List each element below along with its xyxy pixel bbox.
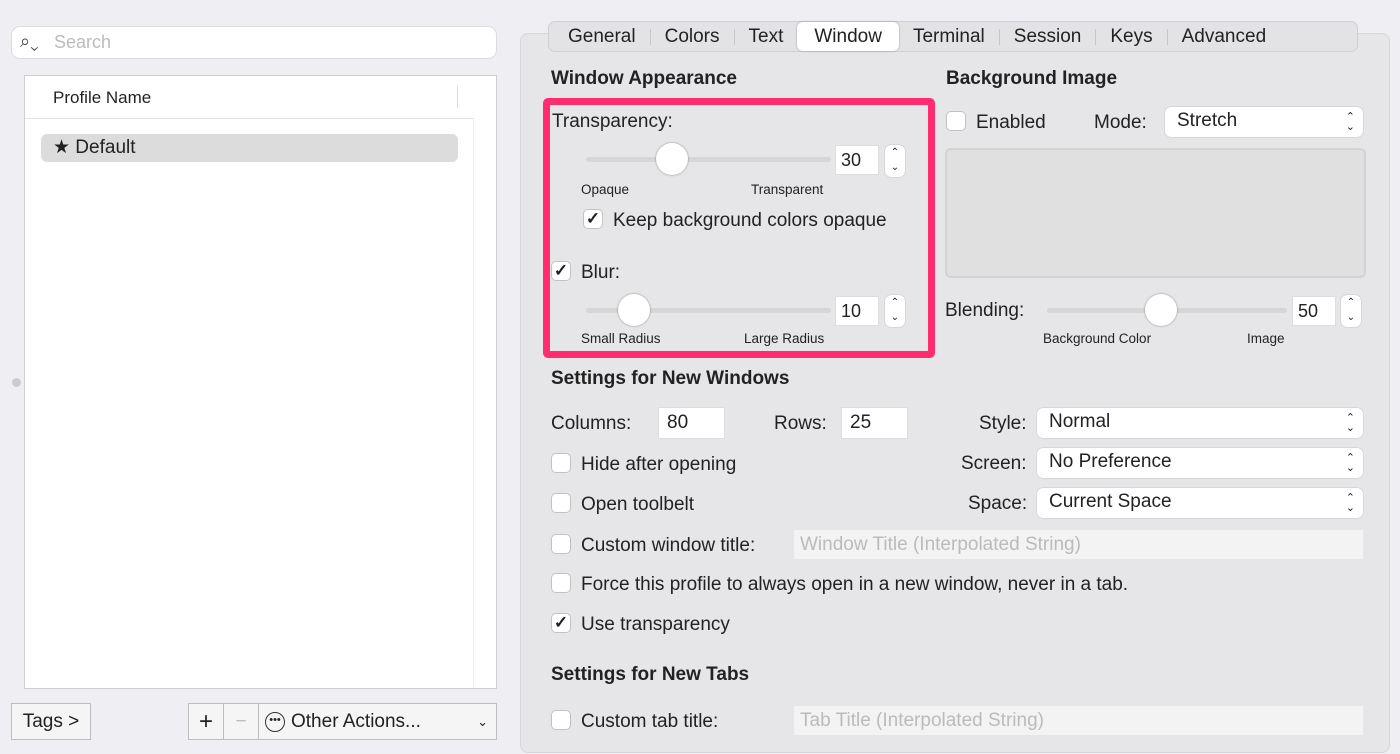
transparent-label: Transparent [751,182,824,197]
background-image-heading: Background Image [946,68,1118,89]
small-radius-label: Small Radius [581,331,661,346]
force-new-window-checkbox[interactable] [551,573,571,593]
ellipsis-circle-icon: ••• [265,711,285,732]
screen-value: No Preference [1049,451,1172,472]
transparency-label: Transparency: [552,111,673,132]
custom-tab-title-label: Custom tab title: [581,711,719,732]
other-actions-label: Other Actions... [291,710,421,732]
column-divider [457,86,458,108]
updown-chevron-icon: ⌃ ⌄ [1345,492,1355,514]
columns-label: Columns: [551,413,632,434]
hide-after-opening-label: Hide after opening [581,454,737,475]
tab-general[interactable]: General [554,22,650,51]
blending-slider-knob[interactable] [1145,294,1177,326]
large-radius-label: Large Radius [744,331,825,346]
use-transparency-checkbox[interactable]: ✓ [551,613,571,633]
mode-value: Stretch [1177,110,1238,131]
search-icon: ⌕⌄ [20,31,39,51]
hide-after-opening-checkbox[interactable] [551,453,571,473]
keep-bg-opaque-checkbox[interactable]: ✓ [583,209,603,229]
mode-label: Mode: [1094,112,1147,133]
use-transparency-label: Use transparency [581,614,730,635]
space-label: Space: [968,493,1028,514]
open-toolbelt-checkbox[interactable] [551,493,571,513]
rows-label: Rows: [774,413,827,434]
blur-label: Blur: [581,262,621,283]
blending-value[interactable]: 50 [1292,296,1336,326]
add-profile-button[interactable]: + [188,703,224,740]
tab-keys[interactable]: Keys [1096,22,1166,51]
profile-list[interactable]: Profile Name ★ Default [24,75,497,689]
tab-window[interactable]: Window [797,22,899,51]
background-color-label: Background Color [1043,331,1152,346]
other-actions-menu[interactable]: ••• Other Actions... ⌄ [258,703,497,740]
tab-advanced[interactable]: Advanced [1168,22,1281,51]
blur-slider-knob[interactable] [618,294,650,326]
tab-terminal[interactable]: Terminal [899,22,999,51]
open-toolbelt-label: Open toolbelt [581,494,695,515]
screen-select[interactable]: No Preference ⌃ ⌄ [1037,448,1363,478]
profile-row-default[interactable]: ★ Default [41,134,458,162]
force-new-window-label: Force this profile to always open in a n… [581,574,1129,595]
split-handle[interactable] [12,378,21,387]
space-value: Current Space [1049,491,1172,512]
style-select[interactable]: Normal ⌃ ⌄ [1037,408,1363,438]
blending-stepper[interactable]: ⌃ ⌄ [1341,295,1361,327]
background-image-well[interactable] [945,148,1366,278]
custom-tab-title-checkbox[interactable] [551,710,571,730]
new-windows-heading: Settings for New Windows [551,368,790,389]
transparency-stepper[interactable]: ⌃ ⌄ [885,145,905,177]
remove-profile-button[interactable]: − [223,703,259,740]
transparency-slider[interactable] [586,157,831,162]
tab-text[interactable]: Text [735,22,798,51]
tags-button[interactable]: Tags > [11,703,91,740]
chevron-down-icon: ⌄ [477,713,488,729]
tab-session[interactable]: Session [1000,22,1096,51]
rows-input[interactable]: 25 [841,407,908,439]
custom-window-title-label: Custom window title: [581,535,756,556]
opaque-label: Opaque [581,182,630,197]
updown-chevron-icon: ⌃ ⌄ [1345,111,1355,133]
bg-enabled-checkbox[interactable] [946,111,966,131]
screen-label: Screen: [961,453,1027,474]
style-label: Style: [979,413,1027,434]
window-appearance-heading: Window Appearance [551,68,737,89]
transparency-value[interactable]: 30 [835,145,879,175]
space-select[interactable]: Current Space ⌃ ⌄ [1037,488,1363,518]
search-input[interactable] [52,31,472,54]
updown-chevron-icon: ⌃ ⌄ [1345,452,1355,474]
column-header[interactable]: Profile Name [53,88,151,108]
keep-bg-opaque-label: Keep background colors opaque [613,210,887,231]
tab-title-input[interactable]: Tab Title (Interpolated String) [794,706,1363,735]
updown-chevron-icon: ⌃ ⌄ [1345,412,1355,434]
transparency-slider-knob[interactable] [656,143,688,175]
window-title-input[interactable]: Window Title (Interpolated String) [794,530,1363,559]
mode-select[interactable]: Stretch ⌃ ⌄ [1165,107,1363,137]
blending-label: Blending: [945,300,1025,321]
blur-stepper[interactable]: ⌃ ⌄ [885,295,905,327]
new-tabs-heading: Settings for New Tabs [551,664,750,685]
blur-checkbox[interactable]: ✓ [551,261,571,281]
blur-value[interactable]: 10 [835,296,879,326]
style-value: Normal [1049,411,1111,432]
bg-enabled-label: Enabled [976,112,1046,133]
image-label: Image [1247,331,1285,346]
tab-bar: General Colors Text Window Terminal Sess… [548,21,1358,52]
header-line [25,118,473,119]
search-field[interactable]: ⌕⌄ [12,27,496,58]
tab-colors[interactable]: Colors [651,22,734,51]
columns-input[interactable]: 80 [658,407,725,439]
scrollbar-track[interactable] [473,118,474,688]
custom-window-title-checkbox[interactable] [551,534,571,554]
